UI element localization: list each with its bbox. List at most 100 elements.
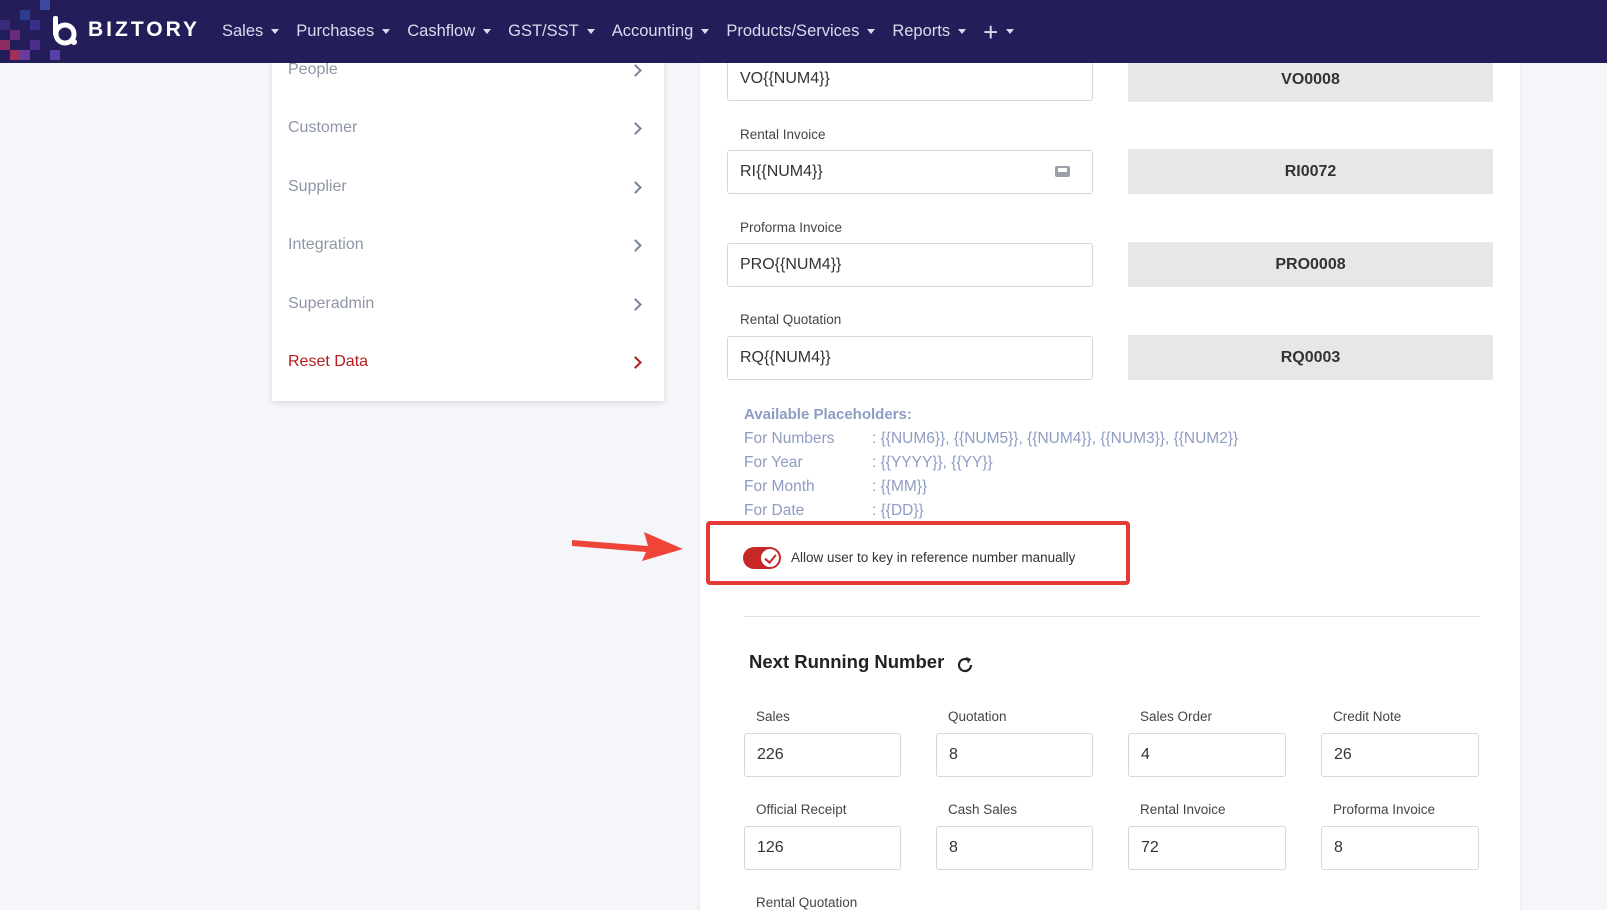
placeholder-value: : {{YYYY}}, {{YY}} [872,454,993,471]
nav-cashflow[interactable]: Cashflow [407,22,492,41]
running-input-sales-order[interactable]: 4 [1128,733,1286,777]
side-item-label: People [288,61,338,78]
placeholder-key: For Year [744,454,803,471]
preview-value: PRO0008 [1275,255,1346,273]
nav-reports[interactable]: Reports [892,22,967,41]
running-label-cash-sales: Cash Sales [948,802,1018,817]
placeholder-row-month: For Month : {{MM}} [744,478,1344,496]
nav-sales[interactable]: Sales [222,22,280,41]
manual-reference-toggle[interactable] [743,547,781,569]
section-divider [744,616,1480,617]
input-value: 126 [757,839,784,856]
proforma-invoice-format-input[interactable]: PRO{{NUM4}} [727,243,1093,287]
chevron-right-icon [629,238,642,252]
main-nav: Sales Purchases Cashflow GST/SST Account… [222,0,1031,63]
caret-down-icon [586,29,595,34]
running-input-official-receipt[interactable]: 126 [744,826,901,870]
placeholder-value: : {{NUM6}}, {{NUM5}}, {{NUM4}}, {{NUM3}}… [872,430,1239,447]
nav-label: GST/SST [508,22,579,40]
input-value: PRO{{NUM4}} [740,256,842,273]
running-input-proforma-invoice[interactable]: 8 [1321,826,1479,870]
voucher-format-input[interactable]: VO{{NUM4}} [727,57,1093,101]
side-item-label: Integration [288,236,364,253]
manual-reference-toggle-label: Allow user to key in reference number ma… [791,550,1076,565]
proforma-invoice-preview: PRO0008 [1128,242,1493,287]
proforma-invoice-label: Proforma Invoice [740,220,843,235]
rental-quotation-label: Rental Quotation [740,312,842,327]
caret-down-icon [1006,29,1015,34]
input-value: VO{{NUM4}} [740,70,830,87]
caret-down-icon [701,29,710,34]
nav-purchases[interactable]: Purchases [296,22,391,41]
input-value: 72 [1141,839,1159,856]
running-label-proforma-invoice: Proforma Invoice [1333,802,1436,817]
chevron-right-icon [629,180,642,194]
running-input-credit-note[interactable]: 26 [1321,733,1479,777]
brand-logo-link[interactable]: BIZTORY [50,14,200,46]
rental-invoice-preview: RI0072 [1128,149,1493,194]
placeholder-key: For Date [744,502,805,519]
biztory-logo-icon [50,14,80,46]
nav-label: Cashflow [407,22,476,40]
input-value: 226 [757,746,784,763]
caret-down-icon [867,29,876,34]
running-input-rental-invoice[interactable]: 72 [1128,826,1286,870]
running-input-cash-sales[interactable]: 8 [936,826,1093,870]
brand-name: BIZTORY [88,18,201,41]
preview-value: VO0008 [1281,70,1340,88]
side-item-label: Customer [288,119,358,136]
refresh-icon[interactable] [955,655,975,675]
preview-value: RQ0003 [1280,348,1341,366]
running-label-sales: Sales [756,709,790,724]
chevron-right-icon [629,63,642,77]
caret-down-icon [958,29,967,34]
caret-down-icon [483,29,492,34]
placeholder-value: : {{DD}} [872,502,924,519]
chevron-right-icon [629,355,642,369]
side-item-supplier[interactable]: Supplier [288,172,648,202]
running-input-quotation[interactable]: 8 [936,733,1093,777]
nav-quick-add[interactable]: + [983,16,1015,47]
input-value: 8 [949,839,958,856]
side-item-integration[interactable]: Integration [288,230,648,260]
side-item-label: Reset Data [288,353,369,370]
input-value: RQ{{NUM4}} [740,349,831,366]
running-label-credit-note: Credit Note [1333,709,1402,724]
input-value: 4 [1141,746,1150,763]
rental-quotation-preview: RQ0003 [1128,335,1493,380]
nav-products-services[interactable]: Products/Services [726,22,876,41]
placeholder-row-year: For Year : {{YYYY}}, {{YY}} [744,454,1344,472]
input-value: 26 [1334,746,1352,763]
placeholder-value: : {{MM}} [872,478,928,495]
nav-label: Accounting [611,22,694,40]
side-item-label: Superadmin [288,295,375,312]
caret-down-icon [382,29,391,34]
placeholders-title: Available Placeholders: [744,406,912,423]
rental-invoice-label: Rental Invoice [740,127,826,142]
running-label-rental-invoice: Rental Invoice [1140,802,1226,817]
rental-quotation-format-input[interactable]: RQ{{NUM4}} [727,336,1093,380]
side-item-reset-data[interactable]: Reset Data [288,347,648,377]
check-icon [760,548,780,568]
preview-value: RI0072 [1284,162,1337,180]
running-number-title: Next Running Number [749,651,945,672]
settings-side-menu: People Customer Supplier Integration Sup… [272,50,664,401]
nav-accounting[interactable]: Accounting [612,22,710,41]
caret-down-icon [271,29,280,34]
nav-label: Sales [222,22,264,40]
nav-label: Products/Services [726,22,860,40]
running-label-quotation: Quotation [948,709,1007,724]
running-input-sales[interactable]: 226 [744,733,901,777]
nav-label: Reports [892,22,951,40]
placeholder-key: For Month [744,478,815,495]
side-item-customer[interactable]: Customer [288,113,648,143]
top-navbar: BIZTORY Sales Purchases Cashflow GST/SST… [0,0,1607,63]
nav-gst-sst[interactable]: GST/SST [508,22,595,41]
rental-invoice-format-input[interactable]: RI{{NUM4}} [727,150,1093,194]
side-item-superadmin[interactable]: Superadmin [288,289,648,319]
plus-icon: + [983,16,999,47]
chevron-right-icon [629,121,642,135]
input-value: 8 [1334,839,1343,856]
keyboard-icon [1055,166,1070,177]
running-label-official-receipt: Official Receipt [756,802,847,817]
